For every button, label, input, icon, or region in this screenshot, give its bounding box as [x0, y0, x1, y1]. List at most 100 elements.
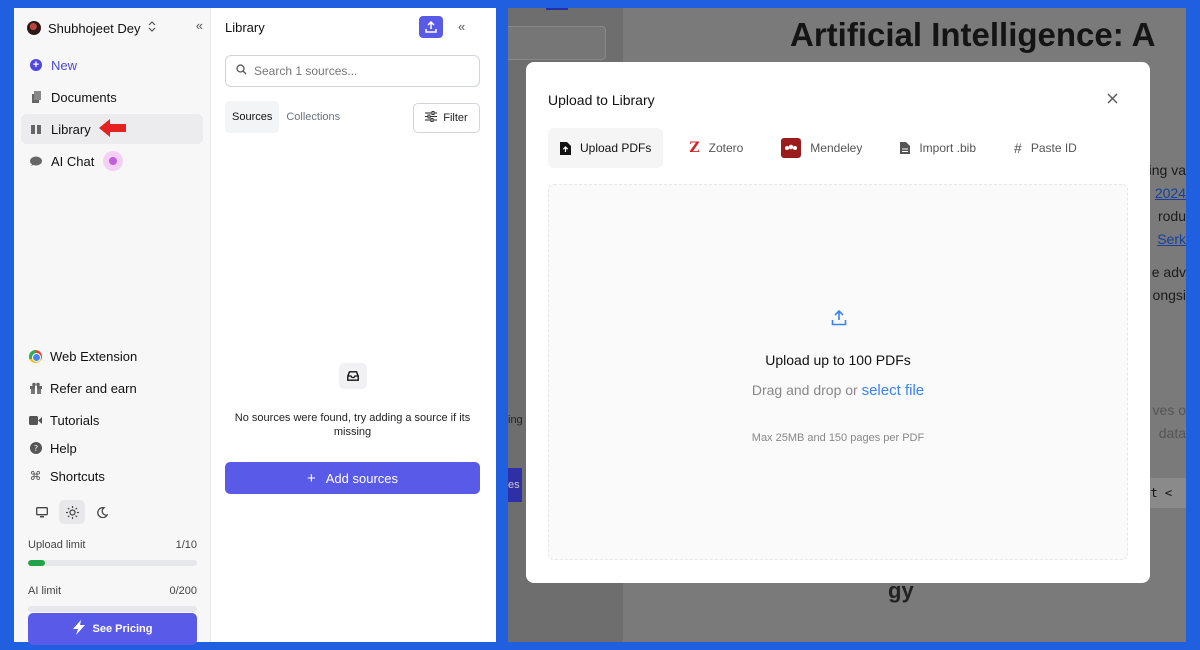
mendeley-icon — [781, 138, 802, 158]
upload-limit-value: 1/10 — [175, 539, 197, 551]
ai-limit: AI limit 0/200 — [28, 585, 197, 612]
background-text: data — [1158, 425, 1186, 441]
tab-collections[interactable]: Collections — [279, 101, 347, 133]
tab-upload-pdfs[interactable]: Upload PDFs — [548, 128, 664, 168]
file-icon — [900, 142, 911, 154]
monitor-icon[interactable] — [29, 500, 55, 524]
sidebar-item-label: Web Extension — [50, 348, 138, 364]
library-tabs: Sources Collections — [225, 101, 347, 133]
svg-text:?: ? — [33, 444, 37, 453]
sidebar-item-label: Help — [50, 440, 77, 456]
sidebar-item-library[interactable]: Library — [21, 114, 203, 144]
sidebar-item-label: New — [51, 57, 78, 73]
sidebar-item-label: Shortcuts — [50, 468, 105, 484]
dropzone-subtext: Drag and drop or select file — [549, 382, 1127, 399]
upload-file-icon — [560, 141, 571, 155]
upload-limit: Upload limit 1/10 — [28, 539, 197, 566]
upload-limit-bar — [28, 560, 197, 566]
tab-label: Zotero — [708, 141, 744, 155]
close-icon[interactable] — [1107, 91, 1118, 108]
library-icon — [30, 123, 42, 135]
user-name: Shubhojeet Dey — [48, 20, 141, 36]
tab-import-bib[interactable]: Import .bib — [888, 128, 988, 168]
user-switcher[interactable]: Shubhojeet Dey « — [27, 18, 203, 38]
sidebar-item-documents[interactable]: Documents — [21, 82, 203, 112]
sidebar-item-new[interactable]: + New — [21, 50, 203, 80]
upload-button[interactable] — [419, 16, 443, 38]
modal-title: Upload to Library — [548, 92, 655, 108]
dropzone[interactable]: Upload up to 100 PDFs Drag and drop or s… — [548, 184, 1128, 560]
tab-label: Upload PDFs — [580, 141, 652, 155]
zotero-icon: Z — [689, 140, 700, 156]
sidebar-item-label: Tutorials — [50, 412, 100, 428]
sliders-icon — [425, 111, 438, 125]
collapse-sidebar-button[interactable]: « — [196, 18, 203, 33]
library-title: Library — [225, 20, 265, 35]
tab-label: Paste ID — [1030, 141, 1077, 155]
filter-label: Filter — [443, 112, 468, 124]
dropzone-heading: Upload up to 100 PDFs — [765, 352, 911, 368]
background-text: ongsi — [1152, 287, 1186, 303]
search-input[interactable]: Search 1 sources... — [225, 55, 480, 87]
sidebar-item-label: AI Chat — [51, 153, 95, 169]
sidebar-item-label: Library — [51, 121, 91, 137]
arrow-left-icon — [99, 119, 126, 137]
upload-icon — [425, 21, 437, 33]
ai-limit-bar — [28, 606, 197, 612]
chat-icon — [30, 155, 42, 167]
tab-sources[interactable]: Sources — [225, 101, 280, 133]
chrome-icon — [29, 349, 42, 363]
add-sources-label: Add sources — [325, 470, 399, 486]
background-accent — [546, 8, 568, 10]
command-icon: ⌘ — [29, 469, 42, 483]
hash-icon: # — [1014, 140, 1022, 156]
background-text: ing — [508, 414, 523, 426]
help-icon: ? — [29, 442, 42, 455]
collapse-library-button[interactable]: « — [458, 19, 465, 34]
chevron-up-down-icon — [148, 21, 156, 35]
sidebar-item-shortcuts[interactable]: ⌘ Shortcuts — [29, 465, 105, 487]
background-text: ves o — [1152, 402, 1186, 418]
empty-state-text: No sources were found, try adding a sour… — [234, 412, 471, 438]
plus-circle-icon: + — [30, 59, 42, 71]
filter-button[interactable]: Filter — [413, 103, 480, 133]
upload-tabs: Upload PDFs Z Zotero Mendeley Import .bi… — [548, 128, 1103, 168]
sidebar-item-refer[interactable]: Refer and earn — [29, 377, 137, 399]
inbox-icon — [339, 363, 367, 389]
sidebar: Shubhojeet Dey « + New Documents Library — [14, 8, 211, 645]
see-pricing-label: See Pricing — [92, 623, 153, 635]
background-link: Serk — [1157, 231, 1186, 247]
sidebar-item-label: Documents — [51, 89, 117, 105]
tab-paste-id[interactable]: # Paste ID — [1002, 128, 1089, 168]
background-text: rodu — [1157, 208, 1186, 224]
sidebar-item-help[interactable]: ? Help — [29, 437, 77, 459]
background-title: Artificial Intelligence: A — [790, 16, 1156, 53]
tab-label: Mendeley — [810, 141, 863, 155]
tab-mendeley[interactable]: Mendeley — [769, 128, 874, 168]
moon-icon[interactable] — [89, 500, 115, 524]
tab-label: Import .bib — [919, 141, 977, 155]
notification-dot — [103, 151, 123, 171]
library-panel: Library « Search 1 sources... Sources Co… — [211, 8, 496, 642]
plus-icon: + — [306, 469, 316, 487]
upload-icon — [831, 309, 847, 331]
add-sources-button[interactable]: + Add sources — [225, 462, 480, 494]
right-panel: Artificial Intelligence: A R ing va 2024… — [508, 8, 1186, 642]
sidebar-item-web-extension[interactable]: Web Extension — [29, 345, 137, 367]
see-pricing-button[interactable]: See Pricing — [28, 613, 197, 645]
background-input — [508, 26, 606, 60]
sidebar-item-tutorials[interactable]: Tutorials — [29, 409, 99, 431]
sidebar-item-ai-chat[interactable]: AI Chat — [21, 146, 203, 176]
select-file-link[interactable]: select file — [862, 382, 925, 399]
background-text: e adv — [1151, 264, 1186, 280]
documents-icon — [30, 91, 42, 103]
upload-limit-fill — [28, 560, 45, 566]
dropzone-instruction: Drag and drop or — [751, 382, 858, 398]
tab-zotero[interactable]: Z Zotero — [677, 128, 755, 168]
avatar — [27, 21, 41, 35]
lightning-icon — [72, 620, 85, 638]
ai-limit-value: 0/200 — [169, 585, 197, 597]
sidebar-item-label: Refer and earn — [50, 380, 137, 396]
sun-icon[interactable] — [59, 500, 85, 524]
search-placeholder: Search 1 sources... — [254, 64, 358, 78]
